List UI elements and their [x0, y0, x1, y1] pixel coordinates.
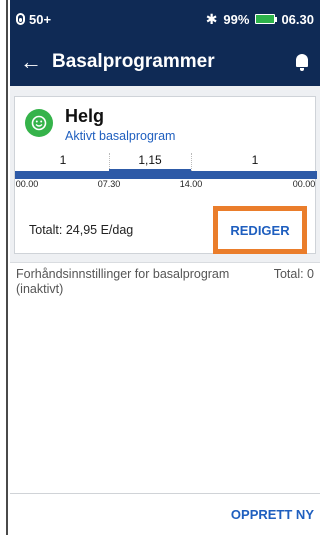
bell-icon[interactable]: [294, 53, 310, 71]
clock: 06.30: [281, 11, 314, 27]
program-header: Helg Aktivt basalprogram: [15, 97, 315, 143]
rate-label: 1,15: [138, 153, 162, 167]
pod-icon: [16, 13, 25, 25]
presets-total: Total: 0: [273, 267, 314, 281]
basal-rate-chart: 1 1,15 1 00.00 07.30 14.00 00.00: [15, 153, 317, 201]
arrow-left-icon[interactable]: ←: [20, 49, 52, 75]
program-status: Aktivt basalprogram: [65, 129, 176, 143]
bottom-bar: OPPRETT NY: [10, 493, 320, 535]
pod-level: 50+: [29, 11, 52, 27]
time-label: 00.00: [15, 179, 39, 189]
rate-label: 1: [59, 153, 67, 167]
daily-total: Totalt: 24,95 E/dag: [29, 223, 134, 237]
app-bar: ← Basalprogrammer: [10, 38, 320, 86]
page-title: Basalprogrammer: [52, 51, 215, 72]
rate-bar-segment: [15, 171, 109, 179]
time-label: 07.30: [97, 179, 121, 189]
total-row: Totalt: 24,95 E/dag REDIGER: [15, 205, 315, 255]
rate-bar-segment: [109, 169, 191, 179]
presets-label: Forhåndsinnstillinger for basalprogram (…: [16, 267, 230, 296]
basal-program-card[interactable]: Helg Aktivt basalprogram 1 1,15 1 00.00 …: [14, 96, 317, 255]
screen: 50+ ✱ 99% 06.30 ← Basalprogrammer Helg A…: [10, 0, 320, 535]
presets-section: Forhåndsinnstillinger for basalprogram (…: [10, 262, 320, 303]
presets-list: [10, 303, 320, 503]
time-label: 14.00: [179, 179, 203, 189]
program-name: Helg: [65, 106, 105, 126]
battery-percent: 99%: [223, 11, 250, 27]
create-new-button[interactable]: OPPRETT NY: [231, 507, 314, 522]
bluetooth-icon: ✱: [205, 10, 218, 27]
smile-icon: [25, 109, 53, 137]
edit-button[interactable]: REDIGER: [213, 206, 307, 254]
status-bar: 50+ ✱ 99% 06.30: [10, 0, 320, 38]
main-content: Helg Aktivt basalprogram 1 1,15 1 00.00 …: [10, 86, 320, 535]
rate-label: 1: [251, 153, 259, 167]
rate-bar-segment: [191, 171, 317, 179]
screen-frame: [0, 0, 8, 535]
battery-icon: [255, 14, 278, 24]
time-label: 00.00: [292, 179, 316, 189]
